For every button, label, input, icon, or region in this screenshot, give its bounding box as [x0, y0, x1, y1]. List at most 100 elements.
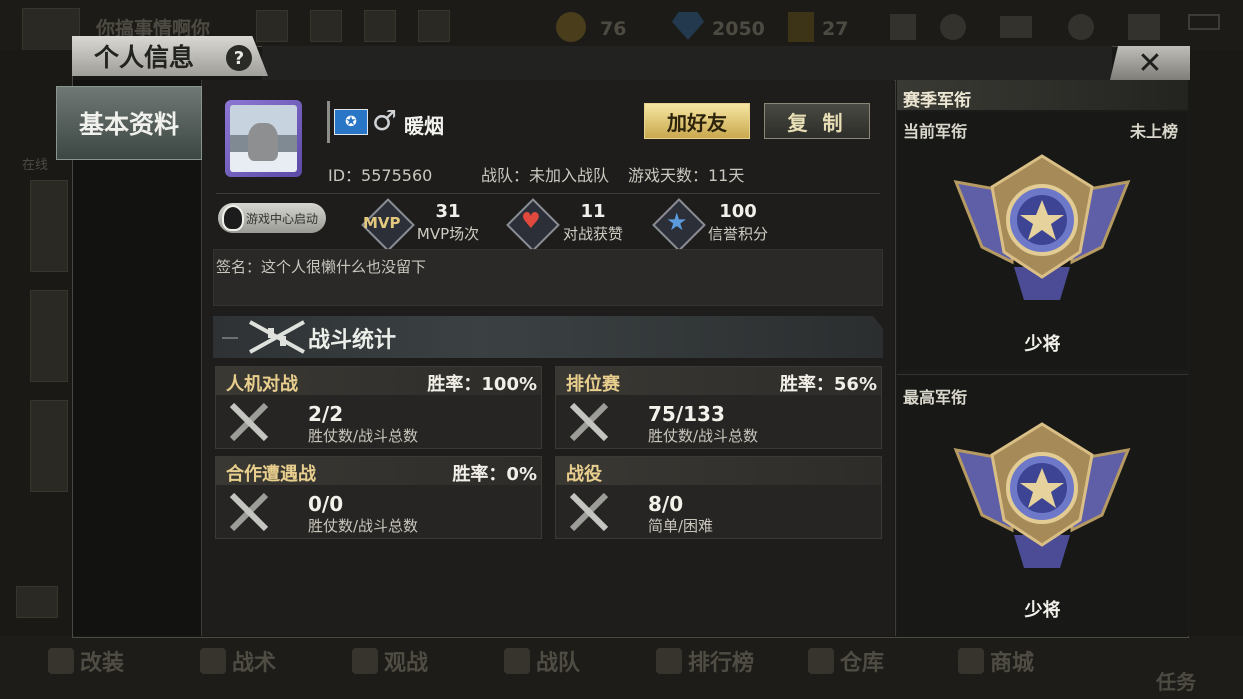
highest-rank-label: 最高军衔: [903, 388, 968, 407]
spectate-icon: [352, 648, 378, 674]
credit-score: 100: [719, 201, 757, 222]
battery-icon: [1188, 14, 1220, 30]
dialog-header-bar: [262, 46, 1112, 81]
card-coop-value: 0/0: [308, 492, 344, 516]
qq-penguin-icon: [222, 205, 244, 231]
menu-warehouse-label: 仓库: [840, 651, 885, 676]
wolf-icon: [248, 123, 278, 161]
signature-text: 签名：这个人很懒什么也没留下: [216, 258, 427, 276]
menu-warehouse: 仓库: [808, 646, 884, 676]
avatar-image: [230, 105, 297, 172]
mail-icon: [1000, 16, 1032, 38]
tab-basic-info[interactable]: 基本资料: [56, 86, 202, 160]
card-campaign: 战役 8/0 简单/困难: [555, 456, 882, 539]
menu-modify: 改装: [48, 646, 124, 676]
menu-tactics: 战术: [200, 646, 276, 676]
card-ranked-rate: 胜率：56%: [779, 374, 877, 395]
diamond-count: 2050: [712, 18, 765, 40]
online-label-bg: 在线: [22, 158, 49, 173]
card-campaign-sub: 简单/困难: [648, 517, 714, 535]
bg-tile-3: [30, 400, 68, 492]
background-bottom-menu: 改装 战术 观战 战队 排行榜 仓库 商城 任务: [0, 636, 1243, 699]
current-rank-label: 当前军衔: [903, 122, 968, 141]
menu-team: 战队: [504, 646, 580, 676]
help-button[interactable]: ?: [226, 45, 252, 71]
major-general-badge-icon: [953, 154, 1131, 300]
season-rank-title: 赛季军衔: [897, 80, 1188, 111]
gold-coin-icon: [556, 12, 586, 42]
add-friend-button[interactable]: 加好友: [644, 103, 750, 139]
gift-icon: [364, 10, 396, 42]
menu-shop: 商城: [958, 646, 1034, 676]
card-pve: 人机对战 胜率：100% 2/2 胜仗数/战斗总数: [215, 366, 542, 449]
close-button[interactable]: ✕: [1110, 46, 1190, 80]
player-team: 战队：未加入战队: [481, 166, 610, 185]
major-general-badge-icon: [953, 422, 1131, 568]
current-rank-status: 未上榜: [1130, 122, 1179, 141]
credit-label: 信誉积分: [707, 225, 768, 243]
flag-icon: ✪: [334, 109, 368, 135]
background-right-strip: [1189, 50, 1243, 636]
crossed-swords-icon: [229, 492, 269, 532]
shop-icon: [958, 648, 984, 674]
likes-count: 11: [580, 201, 606, 222]
book-icon: [1128, 14, 1160, 40]
ticket-count: 27: [822, 18, 849, 40]
menu-modify-label: 改装: [80, 651, 125, 676]
card-coop-rate: 胜率：0%: [452, 464, 537, 485]
settings-icon: [1068, 14, 1094, 40]
likes-label: 对战获赞: [562, 225, 623, 243]
chat-icon: [16, 586, 58, 618]
mvp-label: MVP场次: [416, 225, 480, 243]
game-center-launch-label: 游戏中心启动: [245, 211, 318, 226]
menu-tactics-label: 战术: [232, 651, 277, 676]
menu-ranking-label: 排行榜: [688, 651, 755, 676]
current-rank-name: 少将: [1024, 334, 1061, 355]
gold-count: 76: [600, 18, 627, 40]
player-name: 暖烟: [404, 114, 444, 138]
card-pve-rate: 胜率：100%: [427, 374, 537, 395]
play-days: 游戏天数：11天: [628, 166, 745, 185]
avatar[interactable]: [225, 100, 302, 177]
warehouse-icon: [808, 648, 834, 674]
highest-rank-name: 少将: [1024, 600, 1061, 621]
diamond-icon: [672, 12, 704, 40]
ticket-icon: [788, 12, 814, 42]
friends-icon: [940, 14, 966, 40]
trophy-icon: [656, 648, 682, 674]
menu-team-label: 战队: [536, 651, 581, 676]
menu-spectate-label: 观战: [384, 651, 429, 676]
battle-stats-title: 战斗统计: [308, 328, 397, 353]
card-coop-title: 合作遭遇战: [226, 464, 316, 485]
menu-ranking: 排行榜: [656, 646, 754, 676]
card-campaign-title: 战役: [566, 464, 602, 485]
home-icon: [256, 10, 288, 42]
player-id: ID：5575560: [328, 166, 433, 185]
signature-box: 签名：这个人很懒什么也没留下: [213, 249, 883, 306]
copy-button[interactable]: 复 制: [764, 103, 870, 139]
card-coop-sub: 胜仗数/战斗总数: [308, 517, 419, 535]
shield-icon: [504, 648, 530, 674]
crossed-swords-icon: [569, 402, 609, 442]
card-ranked-sub: 胜仗数/战斗总数: [648, 427, 759, 445]
bg-tile-1: [30, 180, 68, 272]
header-dash: [222, 337, 238, 339]
dialog-sidebar: [73, 80, 202, 636]
character-icon: [310, 10, 342, 42]
card-pve-title: 人机对战: [226, 374, 298, 395]
card-ranked: 排位赛 胜率：56% 75/133 胜仗数/战斗总数: [555, 366, 882, 449]
wrench-icon: [48, 648, 74, 674]
bg-tile-2: [30, 290, 68, 382]
mvp-count: 31: [435, 201, 461, 222]
grid-icon: [418, 10, 450, 42]
card-coop: 合作遭遇战 胜率：0% 0/0 胜仗数/战斗总数: [215, 456, 542, 539]
skull-icon: [200, 648, 226, 674]
male-icon: ♂: [372, 104, 398, 137]
card-ranked-title: 排位赛: [566, 374, 620, 395]
crossed-swords-icon: [569, 492, 609, 532]
crossed-rifles-icon: [249, 320, 305, 354]
mvp-icon-text: MVP: [363, 214, 401, 232]
card-pve-sub: 胜仗数/战斗总数: [308, 427, 419, 445]
menu-shop-label: 商城: [990, 651, 1035, 676]
divider: [216, 193, 880, 194]
